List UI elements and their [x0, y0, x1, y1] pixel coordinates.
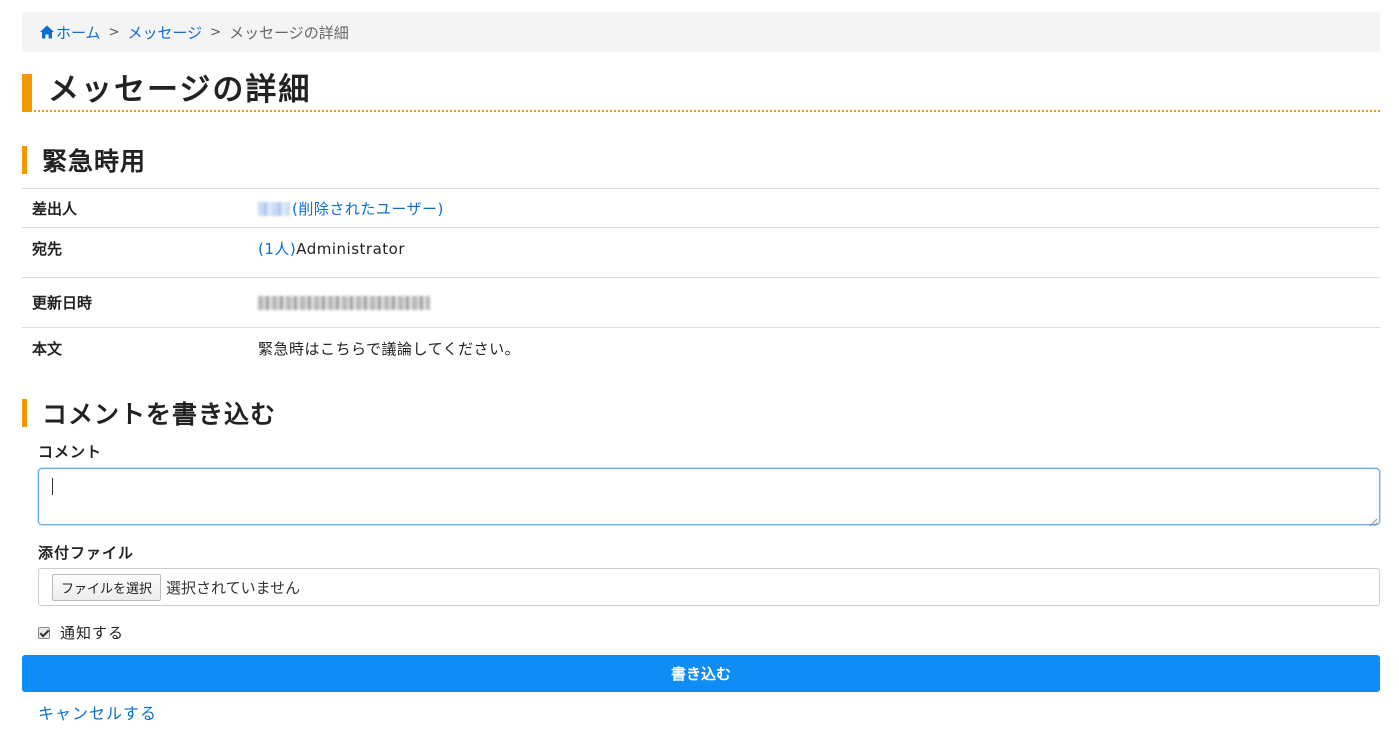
breadcrumb-home-link[interactable]: ホーム — [39, 22, 101, 43]
message-detail-table: 差出人 (削除されたユーザー) 宛先 (1人)Administrator 更新日… — [22, 188, 1380, 369]
recipient-name: Administrator — [296, 240, 406, 258]
updated-label: 更新日時 — [22, 277, 248, 328]
recipient-value: (1人)Administrator — [248, 227, 1380, 278]
breadcrumb-home-label: ホーム — [56, 23, 101, 42]
sender-value: (削除されたユーザー) — [248, 188, 1380, 228]
submit-comment-button[interactable]: 書き込む — [22, 655, 1380, 692]
redacted-datetime — [258, 295, 430, 310]
detail-row-sender: 差出人 (削除されたユーザー) — [22, 188, 1380, 228]
recipient-count-link[interactable]: (1人) — [258, 240, 296, 258]
detail-row-recipient: 宛先 (1人)Administrator — [22, 227, 1380, 278]
breadcrumb: ホーム > メッセージ > メッセージの詳細 — [22, 12, 1380, 52]
comment-textarea[interactable] — [38, 468, 1380, 525]
detail-row-body: 本文 緊急時はこちらで議論してください。 — [22, 327, 1380, 369]
updated-value — [248, 277, 1380, 328]
comment-label: コメント — [38, 443, 103, 461]
body-label: 本文 — [22, 327, 248, 369]
notify-option[interactable]: 通知する — [38, 622, 124, 643]
cancel-link[interactable]: キャンセルする — [38, 700, 157, 724]
breadcrumb-messages-link[interactable]: メッセージ — [127, 22, 202, 43]
attachment-label: 添付ファイル — [38, 544, 135, 562]
redacted-sender-name — [258, 201, 290, 216]
heading-accent-bar — [22, 399, 27, 427]
breadcrumb-current: メッセージの詳細 — [229, 23, 349, 42]
heading-accent-bar — [22, 146, 27, 174]
resize-grip-icon[interactable] — [1368, 512, 1378, 527]
detail-row-updated: 更新日時 — [22, 277, 1380, 328]
sender-deleted-user: (削除されたユーザー) — [292, 199, 444, 218]
text-caret — [52, 478, 53, 495]
sender-link[interactable]: (削除されたユーザー) — [258, 200, 444, 218]
page-title-block: メッセージの詳細 — [22, 72, 1380, 112]
page-title: メッセージの詳細 — [48, 72, 312, 108]
notify-checkbox[interactable] — [38, 626, 50, 639]
sender-label: 差出人 — [22, 188, 248, 228]
breadcrumb-separator: > — [108, 24, 120, 40]
title-accent-bar — [22, 74, 32, 112]
file-input[interactable]: ファイルを選択 選択されていません — [38, 568, 1380, 606]
message-subject-heading: 緊急時用 — [22, 146, 146, 176]
choose-file-button[interactable]: ファイルを選択 — [52, 573, 162, 601]
body-text: 緊急時はこちらで議論してください。 — [248, 327, 1380, 369]
message-subject: 緊急時用 — [42, 147, 147, 176]
breadcrumb-separator: > — [210, 24, 222, 40]
notify-label: 通知する — [60, 624, 125, 642]
recipient-label: 宛先 — [22, 227, 248, 278]
file-status: 選択されていません — [166, 578, 301, 597]
home-icon — [39, 24, 55, 40]
comment-section-heading: コメントを書き込む — [22, 399, 276, 429]
comment-section-title: コメントを書き込む — [42, 400, 277, 429]
page: ホーム > メッセージ > メッセージの詳細 メッセージの詳細 緊急時用 差出人… — [0, 0, 1399, 740]
